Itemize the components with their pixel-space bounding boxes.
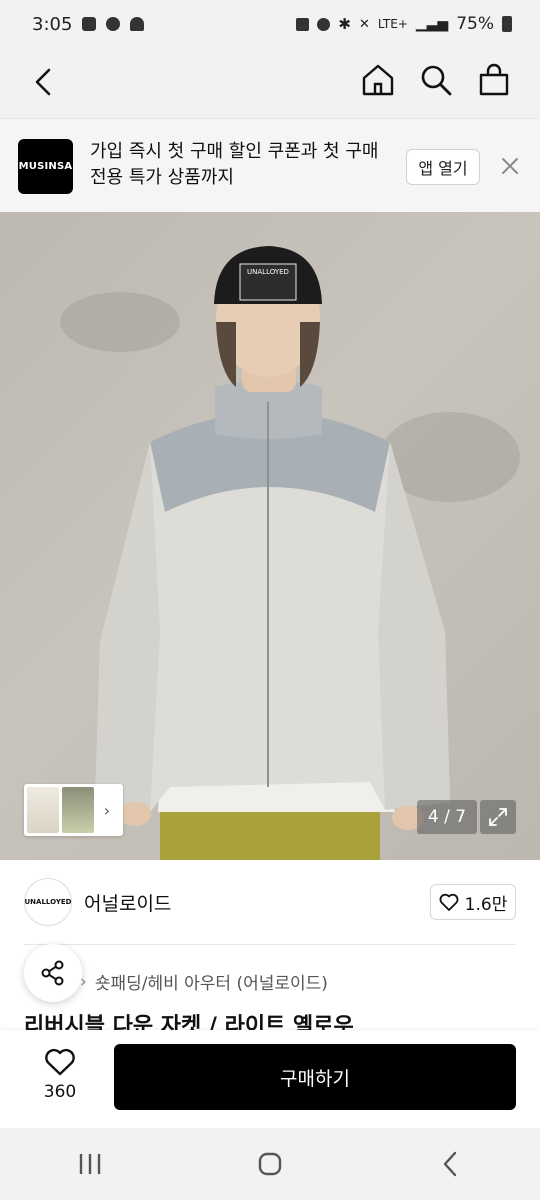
product-photo: UNALLOYED bbox=[95, 246, 450, 860]
talk-notification-icon bbox=[106, 17, 121, 31]
wishlist-count: 360 bbox=[43, 1082, 77, 1102]
product-image-gallery[interactable]: UNALLOYED › 4 / 7 bbox=[0, 212, 540, 860]
image-counter: 4 / 7 bbox=[417, 800, 477, 834]
signal-icon: ▁▃▅ bbox=[415, 16, 449, 32]
heart-icon bbox=[45, 1048, 75, 1076]
divider bbox=[24, 944, 516, 945]
shopping-bag-icon[interactable] bbox=[476, 62, 512, 98]
wishlist-button[interactable]: 360 bbox=[30, 1048, 90, 1112]
bluetooth-icon: ✱ bbox=[338, 15, 351, 33]
expand-button[interactable] bbox=[480, 800, 516, 834]
open-app-button[interactable]: 앱 열기 bbox=[406, 149, 480, 185]
buy-button[interactable]: 구매하기 bbox=[114, 1044, 516, 1110]
network-type: LTE+ bbox=[377, 17, 408, 31]
alarm-icon bbox=[296, 17, 310, 31]
musinsa-logo: MUSINSA bbox=[18, 139, 73, 194]
share-icon bbox=[41, 960, 64, 986]
home-nav-button[interactable] bbox=[250, 1144, 290, 1184]
thumbnail-strip[interactable]: › bbox=[24, 784, 123, 836]
nav-header bbox=[0, 48, 540, 118]
search-icon[interactable] bbox=[418, 62, 454, 98]
home-icon[interactable] bbox=[360, 62, 396, 98]
brand-like-button[interactable]: 1.6만 bbox=[430, 884, 516, 920]
breadcrumb: › 숏패딩/헤비 아우터 (어널로이드) bbox=[80, 969, 328, 995]
brand-logo[interactable]: UNALLOYED bbox=[24, 878, 72, 926]
chevron-right-icon[interactable]: › bbox=[97, 801, 117, 820]
app-install-banner: MUSINSA 가입 즉시 첫 구매 할인 쿠폰과 첫 구매 전용 특가 상품까… bbox=[0, 118, 540, 212]
expand-icon bbox=[489, 808, 507, 826]
back-nav-button[interactable] bbox=[430, 1144, 470, 1184]
recent-apps-icon bbox=[79, 1154, 101, 1174]
battery-level: 75% bbox=[456, 14, 494, 34]
brand-like-count: 1.6만 bbox=[464, 894, 508, 915]
breadcrumb-category[interactable]: 숏패딩/헤비 아우터 (어널로이드) bbox=[95, 969, 328, 994]
back-nav-icon bbox=[443, 1151, 457, 1177]
thumbnail-image[interactable] bbox=[62, 787, 94, 833]
brand-name[interactable]: 어널로이드 bbox=[84, 889, 171, 916]
banner-message: 가입 즉시 첫 구매 할인 쿠폰과 첫 구매 전용 특가 상품까지 bbox=[90, 141, 379, 188]
gallery-notification-icon bbox=[82, 17, 97, 31]
mute-icon: ✕ bbox=[358, 16, 370, 32]
status-bar: 3:05 ✱ ✕ LTE+ ▁▃▅ 75% bbox=[0, 0, 540, 48]
share-button[interactable] bbox=[24, 944, 82, 1002]
battery-icon bbox=[502, 16, 512, 32]
close-icon[interactable] bbox=[497, 153, 523, 179]
purchase-bar: 360 구매하기 bbox=[0, 1030, 540, 1128]
home-circle-icon bbox=[258, 1152, 282, 1176]
clock-icon bbox=[317, 17, 331, 31]
thumbnail-image[interactable] bbox=[27, 787, 59, 833]
back-button[interactable] bbox=[28, 64, 64, 100]
system-nav-bar bbox=[0, 1128, 540, 1200]
brand-row[interactable]: UNALLOYED 어널로이드 1.6만 bbox=[0, 860, 540, 944]
status-time: 3:05 bbox=[32, 13, 73, 35]
heart-icon bbox=[439, 893, 459, 911]
cap-logo-text: UNALLOYED bbox=[247, 268, 289, 276]
app-notification-icon bbox=[130, 17, 145, 31]
recent-apps-button[interactable] bbox=[70, 1144, 110, 1184]
